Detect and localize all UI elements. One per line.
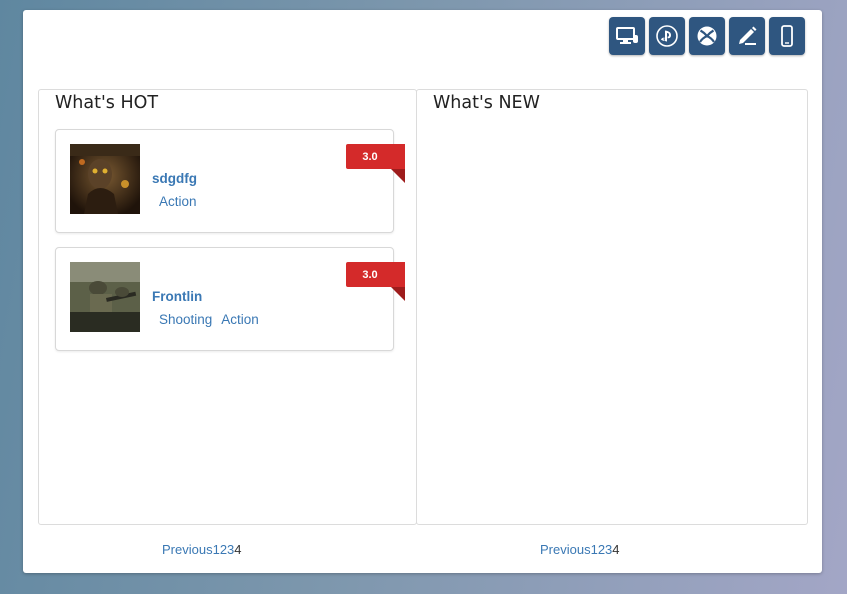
game-title-link[interactable]: sdgdfg [152,171,197,186]
current-page: 4 [234,542,242,557]
hot-pagination: Previous1234 [162,542,242,557]
game-card[interactable]: sdgdfg Action 3.0 [55,129,405,233]
main-card: What's HOT sdgdfg Action 3.0 Frontlin Sh… [23,10,822,573]
rating-badge: 3.0 [346,262,405,287]
playstation-platform-button[interactable] [649,17,685,55]
game-cover-image [70,144,140,214]
desktop-icon [616,27,638,44]
rating-badge: 3.0 [346,144,405,169]
playstation-icon [656,25,678,47]
current-page: 4 [612,542,620,557]
genre-tag[interactable]: Shooting [159,312,212,327]
whats-hot-title: What's HOT [55,93,159,113]
pen-tablet-icon [739,26,757,45]
whats-hot-panel: What's HOT sdgdfg Action 3.0 Frontlin Sh… [38,89,417,525]
mobile-platform-button[interactable] [769,17,805,55]
game-title-link[interactable]: Frontlin [152,289,202,304]
previous-page-link[interactable]: Previous [540,542,591,557]
rating-badge-fold [391,169,405,183]
genre-tag[interactable]: Action [159,194,197,209]
pc-platform-button[interactable] [609,17,645,55]
genre-tag[interactable]: Action [221,312,259,327]
mobile-icon [781,25,793,47]
page-link[interactable]: 1 [591,542,598,557]
tablet-platform-button[interactable] [729,17,765,55]
page-link[interactable]: 1 [213,542,220,557]
platform-filter-bar [609,17,805,55]
xbox-icon [697,26,717,46]
game-cover-image [70,262,140,332]
whats-new-title: What's NEW [433,93,540,113]
game-thumbnail[interactable] [70,262,140,332]
page-link[interactable]: 2 [220,542,227,557]
xbox-platform-button[interactable] [689,17,725,55]
genre-list: Action [159,194,197,209]
game-thumbnail[interactable] [70,144,140,214]
genre-list: Shooting Action [159,312,259,327]
previous-page-link[interactable]: Previous [162,542,213,557]
whats-new-panel: What's NEW [416,89,808,525]
game-card[interactable]: Frontlin Shooting Action 3.0 [55,247,405,351]
rating-badge-fold [391,287,405,301]
new-pagination: Previous1234 [540,542,620,557]
page-link[interactable]: 2 [598,542,605,557]
